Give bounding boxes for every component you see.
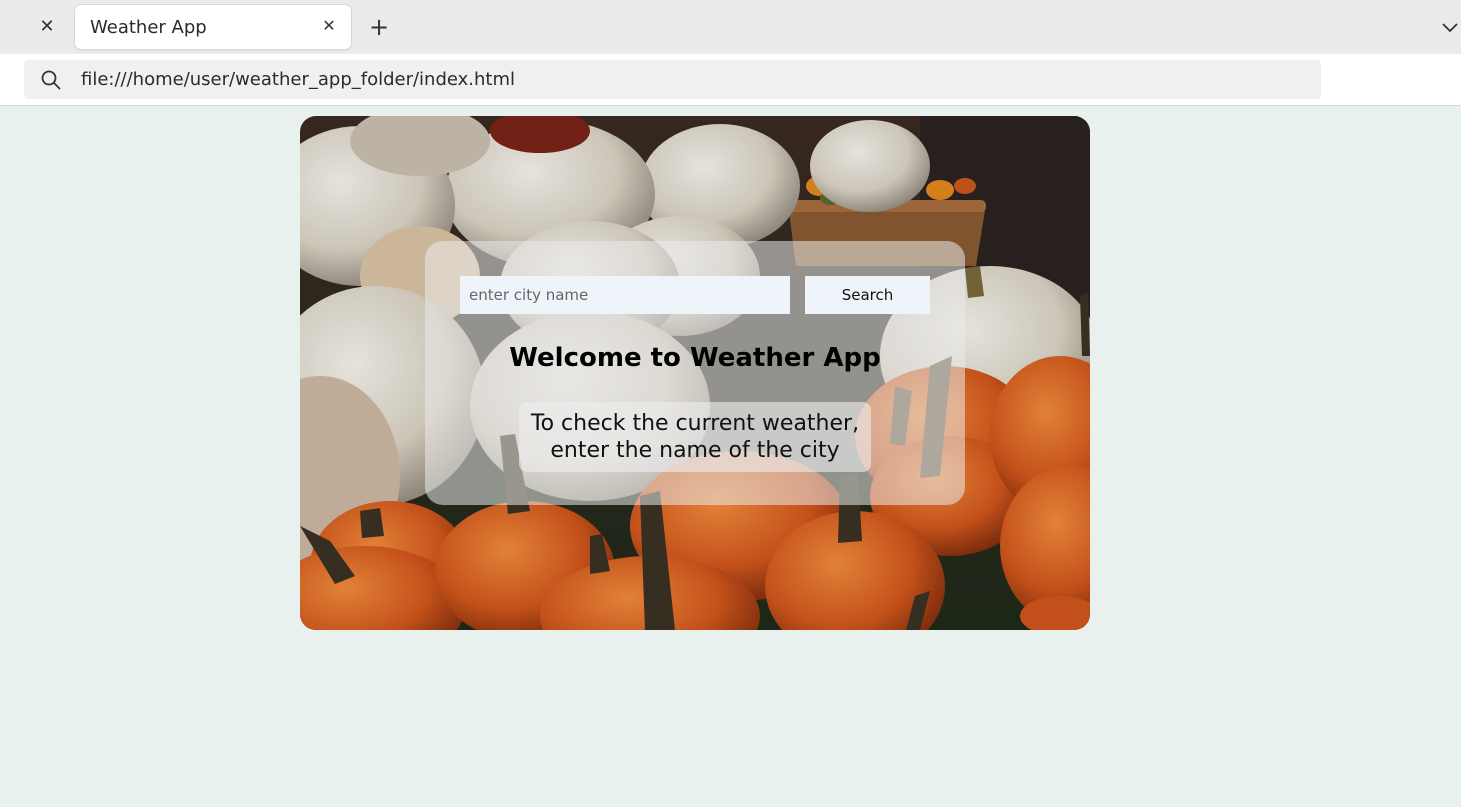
tab-title: Weather App (90, 17, 207, 38)
city-search-input[interactable] (460, 276, 790, 314)
search-icon (40, 69, 62, 91)
address-bar[interactable]: file:///home/user/weather_app_folder/ind… (24, 60, 1321, 99)
plus-icon[interactable]: + (367, 15, 391, 39)
chevron-down-icon[interactable] (1440, 17, 1460, 37)
search-panel: Search Welcome to Weather App To check t… (425, 241, 965, 505)
address-text[interactable]: file:///home/user/weather_app_folder/ind… (81, 69, 515, 90)
instruction-message: To check the current weather, enter the … (519, 402, 871, 472)
close-icon[interactable]: ✕ (36, 16, 58, 38)
search-button[interactable]: Search (805, 276, 930, 314)
tab-close-icon[interactable]: ✕ (319, 16, 339, 36)
weather-card: Search Welcome to Weather App To check t… (300, 116, 1090, 630)
instruction-line-2: enter the name of the city (550, 438, 840, 463)
toolbar: file:///home/user/weather_app_folder/ind… (0, 54, 1461, 106)
instruction-line-1: To check the current weather, (530, 411, 860, 436)
tab-bar: ✕ Weather App ✕ + (0, 0, 1461, 54)
tab-weather-app[interactable]: Weather App ✕ (75, 5, 351, 49)
welcome-heading: Welcome to Weather App (509, 343, 881, 373)
